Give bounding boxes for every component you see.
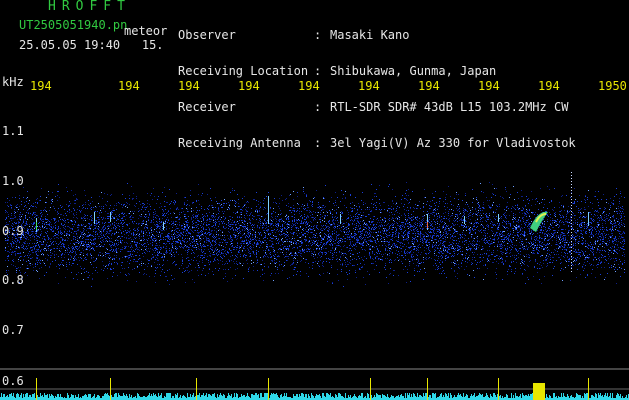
marker-dot — [571, 250, 572, 251]
marker-dot — [571, 235, 572, 236]
x-tick-label: 194 — [358, 79, 380, 93]
x-tick-label: 194 — [478, 79, 500, 93]
y-axis-unit: kHz — [2, 75, 24, 89]
signal-spike — [498, 378, 499, 400]
marker-dot — [571, 193, 572, 194]
meteor-echo — [94, 212, 95, 224]
marker-dot — [571, 268, 572, 269]
date-time: 25.05.05 19:40 — [19, 38, 121, 52]
meteor-echo — [588, 212, 589, 226]
meteor-echo — [163, 222, 164, 230]
meta-antenna: Receiving Antenna:3el Yagi(V) Az 330 for… — [178, 136, 576, 150]
timestamp: 25.05.05 19:40 15. — [19, 39, 164, 51]
marker-dot — [571, 262, 572, 263]
marker-dot — [571, 211, 572, 212]
meteor-echo — [110, 212, 111, 222]
marker-dot — [571, 229, 572, 230]
marker-dot — [571, 205, 572, 206]
y-tick-label: 1.1 — [2, 124, 24, 138]
signal-spike — [36, 378, 37, 400]
meteor-echo — [340, 214, 341, 224]
marker-dot — [571, 259, 572, 260]
x-tick-label: 194 — [30, 79, 52, 93]
marker-dot — [571, 223, 572, 224]
marker-dot — [571, 202, 572, 203]
x-tick-label: 194 — [178, 79, 200, 93]
x-tick-label: 194 — [418, 79, 440, 93]
marker-dot — [571, 199, 572, 200]
marker-dot — [571, 217, 572, 218]
interval-label: 15. — [141, 38, 164, 52]
marker-dot — [571, 220, 572, 221]
meteor-echo — [268, 196, 269, 224]
meta-observer: Observer: Masaki Kano — [178, 28, 410, 42]
signal-spike — [110, 378, 111, 400]
signal-spike — [427, 378, 428, 400]
y-tick-label: 0.6 — [2, 374, 24, 388]
meteor-echo — [427, 222, 428, 228]
app-title: HROFFT — [48, 0, 131, 14]
marker-dot — [571, 196, 572, 197]
x-tick-label: 194 — [238, 79, 260, 93]
marker-dot — [571, 208, 572, 209]
marker-dot — [571, 184, 572, 185]
mode-label: meteor — [124, 24, 168, 38]
meta-location: Receiving Location: Shibukawa, Gunma, Jap… — [178, 64, 497, 78]
meteor-echo — [498, 214, 499, 222]
marker-dot — [571, 226, 572, 227]
x-tick-label: 194 — [298, 79, 320, 93]
marker-dot — [571, 178, 572, 179]
signal-spike — [588, 378, 589, 400]
meta-receiver: Receiver: RTL-SDR SDR# 43dB L15 103.2MHz … — [178, 100, 569, 114]
y-tick-label: 0.9 — [2, 224, 24, 238]
x-tick-label: 194 — [538, 79, 560, 93]
marker-dot — [571, 241, 572, 242]
marker-dot — [571, 271, 572, 272]
signal-spike — [370, 378, 371, 400]
meteor-echo — [464, 216, 465, 224]
marker-dot — [571, 214, 572, 215]
noise-band — [5, 182, 625, 287]
marker-dot — [571, 190, 572, 191]
marker-dot — [571, 181, 572, 182]
file-name: UT2505051940.pn — [19, 18, 128, 32]
y-tick-label: 0.8 — [2, 273, 24, 287]
y-tick-label: 0.7 — [2, 323, 24, 337]
marker-dot — [571, 172, 572, 173]
marker-dot — [571, 265, 572, 266]
marker-dot — [571, 238, 572, 239]
marker-dot — [571, 253, 572, 254]
x-tick-label: 1950 — [598, 79, 627, 93]
signal-spike — [533, 383, 545, 400]
signal-spike — [196, 378, 197, 400]
signal-spike — [268, 378, 269, 400]
marker-dot — [571, 187, 572, 188]
marker-dot — [571, 244, 572, 245]
marker-dot — [571, 232, 572, 233]
marker-dot — [571, 256, 572, 257]
x-tick-label: 194 — [118, 79, 140, 93]
marker-dot — [571, 175, 572, 176]
marker-dot — [571, 247, 572, 248]
meteor-echo — [36, 222, 37, 230]
y-tick-label: 1.0 — [2, 174, 24, 188]
